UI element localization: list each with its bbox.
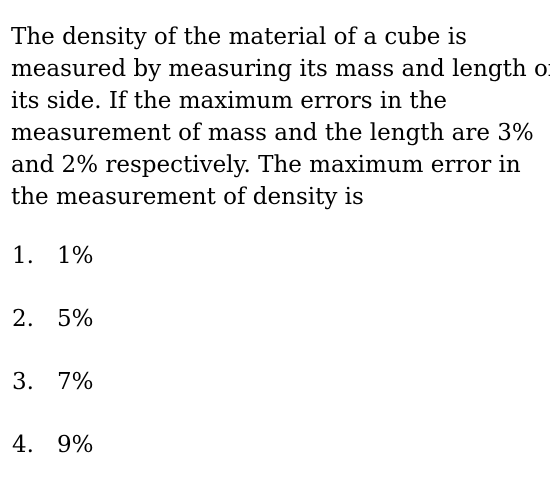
question-line: the measurement of density is (11, 184, 364, 210)
answer-option-4[interactable]: 4. 9% (12, 429, 94, 461)
question-line: measurement of mass and the length are 3… (11, 120, 534, 146)
question-line: its side. If the maximum errors in the (11, 88, 448, 114)
answer-option-2[interactable]: 2. 5% (12, 303, 94, 335)
option-number: 4. (12, 432, 34, 458)
question-line: measured by measuring its mass and lengt… (11, 56, 550, 82)
option-number: 2. (12, 306, 34, 332)
question-line: and 2% respectively. The maximum error i… (11, 152, 521, 178)
option-text: 7% (57, 369, 94, 395)
option-number: 3. (12, 369, 34, 395)
option-text: 1% (57, 243, 94, 269)
answer-option-1[interactable]: 1. 1% (12, 240, 94, 272)
answer-option-3[interactable]: 3. 7% (12, 366, 94, 398)
question-text: The density of the material of a cube is… (11, 21, 550, 213)
answer-options: 1. 1% 2. 5% 3. 7% 4. 9% (12, 240, 94, 492)
option-number: 1. (12, 243, 34, 269)
question-line: The density of the material of a cube is (11, 24, 467, 50)
option-text: 9% (57, 432, 94, 458)
option-text: 5% (57, 306, 94, 332)
